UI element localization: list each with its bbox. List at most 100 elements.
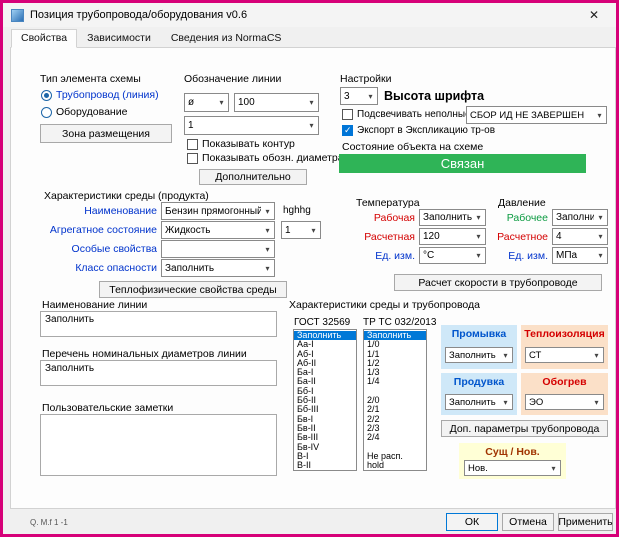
purge-select[interactable]: Заполнить▾ (445, 394, 513, 410)
element-type-group-label: Тип элемента схемы (40, 73, 141, 85)
thermo-props-button[interactable]: Теплофизические свойства среды (99, 281, 287, 298)
extra-params-button[interactable]: Доп. параметры трубопровода (441, 420, 608, 437)
user-notes-input[interactable] (40, 414, 277, 476)
tab-properties[interactable]: Свойства (11, 29, 77, 48)
export-explication-label: Экспорт в Экспликацию тр-ов (357, 125, 495, 136)
pressure-group-label: Давление (498, 197, 546, 209)
list-item[interactable]: В-II (294, 461, 356, 470)
font-height-label: Высота шрифта (384, 89, 484, 103)
temp-design-label: Расчетная (355, 231, 415, 243)
settings-group-label: Настройки (340, 73, 392, 85)
line-designation-group-label: Обозначение линии (184, 73, 281, 85)
list-item[interactable]: hold (364, 461, 426, 470)
chevron-down-icon: ▾ (305, 121, 318, 130)
close-icon[interactable]: ✕ (580, 8, 608, 22)
id-status-select[interactable]: СБОР ИД НЕ ЗАВЕРШЕН▾ (466, 106, 607, 124)
chevron-down-icon: ▾ (215, 98, 228, 107)
list-item[interactable]: 1/4 (364, 377, 426, 386)
checkbox-icon (187, 153, 198, 164)
pressure-working-select[interactable]: Заполнить▾ (552, 209, 608, 226)
chevron-down-icon: ▾ (261, 245, 274, 254)
aggregate-state-select[interactable]: Жидкость▾ (161, 221, 275, 239)
chevron-down-icon: ▾ (307, 226, 320, 235)
flushing-label: Промывка (441, 325, 517, 340)
pressure-unit-label: Ед. изм. (488, 250, 548, 262)
radio-pipeline[interactable]: Трубопровод (линия) (41, 89, 159, 101)
show-diameter-checkbox[interactable]: Показывать обозн. диаметра (187, 152, 344, 164)
existing-new-label: Сущ / Нов. (459, 443, 566, 458)
checkbox-icon (342, 109, 353, 120)
aggregate-extra-select[interactable]: 1▾ (281, 221, 321, 239)
cancel-button[interactable]: Отмена (502, 513, 554, 531)
temperature-group-label: Температура (356, 197, 420, 209)
chevron-down-icon: ▾ (261, 207, 274, 216)
velocity-calc-button[interactable]: Расчет скорости в трубопроводе (394, 274, 602, 291)
tab-strip: Свойства Зависимости Сведения из NormaCS (11, 29, 291, 48)
diameters-list-label: Перечень номинальных диаметров линии (42, 348, 247, 360)
aggregate-state-label: Агрегатное состояние (29, 224, 157, 236)
app-icon (11, 9, 24, 22)
chevron-down-icon: ▾ (499, 398, 512, 407)
line-name-input[interactable]: Заполнить (40, 311, 277, 337)
medium-group-label: Характеристики среды (продукта) (44, 190, 209, 202)
show-diameter-label: Показывать обозн. диаметра (202, 152, 344, 164)
gost-label: ГОСТ 32569 (294, 317, 350, 328)
radio-equipment-label: Оборудование (56, 106, 127, 118)
chevron-down-icon: ▾ (472, 251, 485, 260)
footer-status-text: Q. М.f 1 -1 (30, 518, 68, 527)
tab-normacs[interactable]: Сведения из NormaCS (161, 29, 292, 48)
tab-dependencies[interactable]: Зависимости (77, 29, 161, 48)
chevron-down-icon: ▾ (499, 351, 512, 360)
chevron-down-icon: ▾ (594, 251, 607, 260)
line-number-select[interactable]: 1▾ (184, 116, 319, 135)
font-height-select[interactable]: 3▾ (340, 87, 378, 105)
export-explication-checkbox[interactable]: Экспорт в Экспликацию тр-ов (342, 125, 495, 136)
special-props-label: Особые свойства (29, 243, 157, 255)
apply-button[interactable]: Применить (558, 513, 613, 531)
chevron-down-icon: ▾ (547, 464, 560, 473)
zone-button[interactable]: Зона размещения (40, 124, 172, 143)
list-item[interactable]: 2/4 (364, 433, 426, 442)
flushing-select[interactable]: Заполнить▾ (445, 347, 513, 363)
properties-page: Тип элемента схемы Трубопровод (линия) О… (10, 47, 616, 509)
hazard-class-select[interactable]: Заполнить▾ (161, 259, 275, 277)
checkbox-icon (187, 139, 198, 150)
trts-label: ТР ТС 032/2013 (363, 317, 436, 328)
chevron-down-icon: ▾ (590, 398, 603, 407)
medium-name-label: Наименование (29, 205, 157, 217)
radio-equipment[interactable]: Оборудование (41, 106, 127, 118)
medium-name-select[interactable]: Бензин прямогонный▾ (161, 202, 275, 220)
chevron-down-icon: ▾ (594, 232, 607, 241)
special-props-select[interactable]: ▾ (161, 240, 275, 258)
object-state-badge: Связан (339, 154, 586, 173)
user-notes-label: Пользовательские заметки (42, 402, 173, 414)
temp-working-select[interactable]: Заполнить▾ (419, 209, 486, 226)
pressure-unit-select[interactable]: МПа▾ (552, 247, 608, 264)
gost-listbox[interactable]: ЗаполнитьАа-IАб-IАб-IIБа-IБа-IIБб-IБб-II… (293, 329, 357, 471)
chevron-down-icon: ▾ (305, 98, 318, 107)
temp-design-select[interactable]: 120▾ (419, 228, 486, 245)
chevron-down-icon: ▾ (593, 111, 606, 120)
diameter-symbol-select[interactable]: ø▾ (184, 93, 229, 112)
dialog-window: Позиция трубопровода/оборудования v0.6 ✕… (0, 0, 619, 537)
temp-unit-label: Ед. изм. (355, 250, 415, 262)
chevron-down-icon: ▾ (364, 92, 377, 101)
flushing-panel: Промывка Заполнить▾ (441, 325, 517, 369)
insulation-select[interactable]: СТ▾ (525, 347, 604, 363)
temp-unit-select[interactable]: °C▾ (419, 247, 486, 264)
trts-listbox[interactable]: Заполнить1/01/11/21/31/4 2/02/12/22/32/4… (363, 329, 427, 471)
ok-button[interactable]: ОК (446, 513, 498, 531)
object-state-label: Состояние объекта на схеме (342, 141, 483, 153)
radio-unselected-icon (41, 107, 52, 118)
pressure-design-select[interactable]: 4▾ (552, 228, 608, 245)
existing-new-select[interactable]: Нов.▾ (464, 460, 561, 476)
purge-label: Продувка (441, 373, 517, 388)
chevron-down-icon: ▾ (472, 232, 485, 241)
hazard-class-label: Класс опасности (29, 262, 157, 274)
heating-select[interactable]: ЭО▾ (525, 394, 604, 410)
more-button[interactable]: Дополнительно (199, 169, 307, 185)
show-contour-checkbox[interactable]: Показывать контур (187, 138, 295, 150)
diameter-value-select[interactable]: 100▾ (234, 93, 319, 112)
diameters-list-input[interactable]: Заполнить (40, 360, 277, 386)
chevron-down-icon: ▾ (590, 351, 603, 360)
